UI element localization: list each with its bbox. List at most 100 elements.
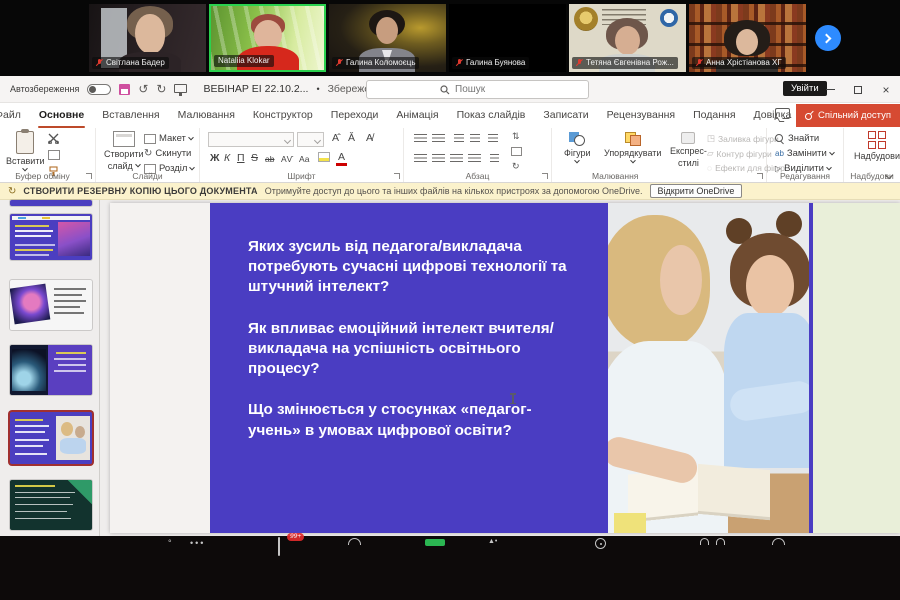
dialog-launcher-icon[interactable]	[542, 173, 548, 179]
bold-button[interactable]: Ж	[208, 152, 222, 164]
thumb-mountain-image	[58, 222, 90, 256]
dialog-launcher-icon[interactable]	[757, 173, 763, 179]
teacher-student-photo[interactable]	[608, 203, 813, 533]
arrange-button[interactable]: Упорядкувати	[604, 132, 661, 164]
tab-help[interactable]: Довідка	[745, 103, 801, 128]
align-text-icon[interactable]	[511, 147, 522, 156]
record-icon[interactable]	[595, 538, 606, 549]
slide-canvas[interactable]: Яких зусиль від педагога/викладача потре…	[110, 203, 900, 533]
tab-design[interactable]: Конструктор	[244, 103, 322, 128]
font-name-combo[interactable]	[208, 132, 294, 147]
participant-tile-camera-off[interactable]: Галина Буянова	[449, 4, 566, 72]
reset-button[interactable]: ↻Скинути	[144, 148, 191, 159]
tab-view[interactable]: Подання	[684, 103, 744, 128]
columns-icon[interactable]	[490, 154, 499, 164]
chat-icon[interactable]: 99+	[278, 538, 280, 556]
grow-font-button[interactable]: А̂	[330, 132, 341, 144]
character-spacing-button[interactable]: АѴ	[279, 154, 296, 164]
captions-icon[interactable]	[700, 538, 709, 545]
participant-tile[interactable]: Світлана Бадер	[89, 4, 206, 72]
change-case-button[interactable]: Аа	[297, 154, 312, 164]
undo-icon[interactable]: ↺	[138, 83, 148, 95]
paste-button[interactable]: Вставити	[6, 131, 45, 172]
slide-purple-textbox[interactable]: Яких зусиль від педагога/викладача потре…	[210, 203, 612, 533]
font-color-button[interactable]: А	[336, 152, 347, 166]
copy-icon[interactable]	[48, 150, 60, 160]
text-direction-icon[interactable]: ⇅	[512, 131, 520, 142]
slide-thumbnail-3[interactable]	[10, 345, 92, 395]
tab-insert[interactable]: Вставлення	[93, 103, 168, 128]
addins-button[interactable]: Надбудови	[854, 131, 900, 161]
group-label-slides: Слайди	[96, 171, 199, 181]
more-options-icon[interactable]: °	[168, 538, 174, 548]
quick-styles-label2: стилі	[678, 158, 699, 168]
tab-review[interactable]: Рецензування	[598, 103, 684, 128]
quick-styles-button[interactable]: Експрес- стилі	[670, 132, 707, 168]
slide-thumbnail-4-selected[interactable]	[10, 412, 92, 464]
restore-button[interactable]	[844, 76, 872, 103]
shape-outline-button[interactable]: ▱Контур фігури	[707, 148, 772, 159]
tab-animations[interactable]: Анімація	[387, 103, 447, 128]
clear-formatting-button[interactable]: А̸	[364, 132, 375, 144]
tab-file[interactable]: Файл	[0, 103, 30, 128]
participant-tile[interactable]: Тетяна Євгенівна Рож...	[569, 4, 686, 72]
layout-button[interactable]: Макет	[144, 133, 193, 144]
share-button[interactable]: Спільний доступ	[796, 104, 900, 127]
autosave-toggle[interactable]	[87, 84, 111, 95]
open-onedrive-button[interactable]: Відкрити OneDrive	[650, 184, 743, 198]
tab-slideshow[interactable]: Показ слайдів	[448, 103, 535, 128]
participant-tile[interactable]: Галина Коломоєць	[329, 4, 446, 72]
slide-thumbnail-1[interactable]	[10, 214, 92, 260]
person-face-shape	[736, 29, 758, 55]
thumb-text-line	[15, 244, 55, 246]
captions-icon-2[interactable]	[716, 538, 725, 545]
shapes-button[interactable]: Фігури	[564, 132, 591, 164]
slide-thumbnail-2[interactable]	[10, 280, 92, 330]
settings-icon[interactable]	[772, 538, 785, 545]
tab-draw[interactable]: Малювання	[169, 103, 244, 128]
search-box[interactable]	[366, 80, 589, 99]
decrease-indent-icon[interactable]	[454, 134, 464, 144]
line-spacing-icon[interactable]	[488, 134, 498, 144]
italic-button[interactable]: К	[222, 152, 232, 164]
more-dots-icon[interactable]: •••	[190, 538, 205, 548]
start-slideshow-icon[interactable]	[174, 84, 187, 93]
align-center-icon[interactable]	[432, 154, 445, 164]
slide-thumbnail-panel[interactable]	[0, 200, 100, 536]
slide-thumbnail-5[interactable]	[10, 480, 92, 530]
bullets-icon[interactable]	[414, 134, 427, 144]
highlight-color-icon[interactable]	[318, 152, 330, 162]
reactions-icon[interactable]	[348, 538, 361, 545]
justify-icon[interactable]	[468, 154, 481, 164]
numbering-icon[interactable]	[432, 134, 445, 144]
align-right-icon[interactable]	[450, 154, 463, 164]
participant-tile[interactable]: Анна Хрістіанова ХГ	[689, 4, 806, 72]
dialog-launcher-icon[interactable]	[394, 173, 400, 179]
find-button[interactable]: Знайти	[775, 133, 819, 144]
close-button[interactable]: ×	[872, 76, 900, 103]
search-input[interactable]	[455, 84, 515, 95]
participants-icon[interactable]: ▲•	[488, 538, 497, 545]
dialog-launcher-icon[interactable]	[86, 173, 92, 179]
underline-button[interactable]: П	[235, 152, 247, 164]
cut-icon[interactable]	[48, 133, 59, 144]
tab-record[interactable]: Записати	[534, 103, 597, 128]
save-icon[interactable]	[119, 84, 130, 95]
participant-tile-active-speaker[interactable]: Nataliia Klokar	[209, 4, 326, 72]
minimize-button[interactable]	[816, 76, 844, 103]
new-slide-button[interactable]: Створити слайд	[104, 131, 144, 171]
redo-icon[interactable]: ↻	[156, 83, 166, 95]
slide-thumbnail-partial[interactable]	[10, 200, 92, 206]
next-participants-button[interactable]	[815, 25, 841, 51]
tab-home[interactable]: Основне	[30, 103, 93, 128]
replace-button[interactable]: abЗамінити	[775, 148, 834, 159]
align-left-icon[interactable]	[414, 154, 427, 164]
increase-indent-icon[interactable]	[470, 134, 480, 144]
small-strike-button[interactable]: ab	[263, 154, 276, 164]
tab-transitions[interactable]: Переходи	[322, 103, 388, 128]
comments-icon[interactable]	[775, 108, 790, 119]
share-screen-active-icon[interactable]	[425, 539, 445, 546]
strikethrough-button[interactable]: S	[249, 152, 260, 164]
shrink-font-button[interactable]: А̌	[346, 132, 357, 144]
font-size-combo[interactable]	[297, 132, 324, 147]
